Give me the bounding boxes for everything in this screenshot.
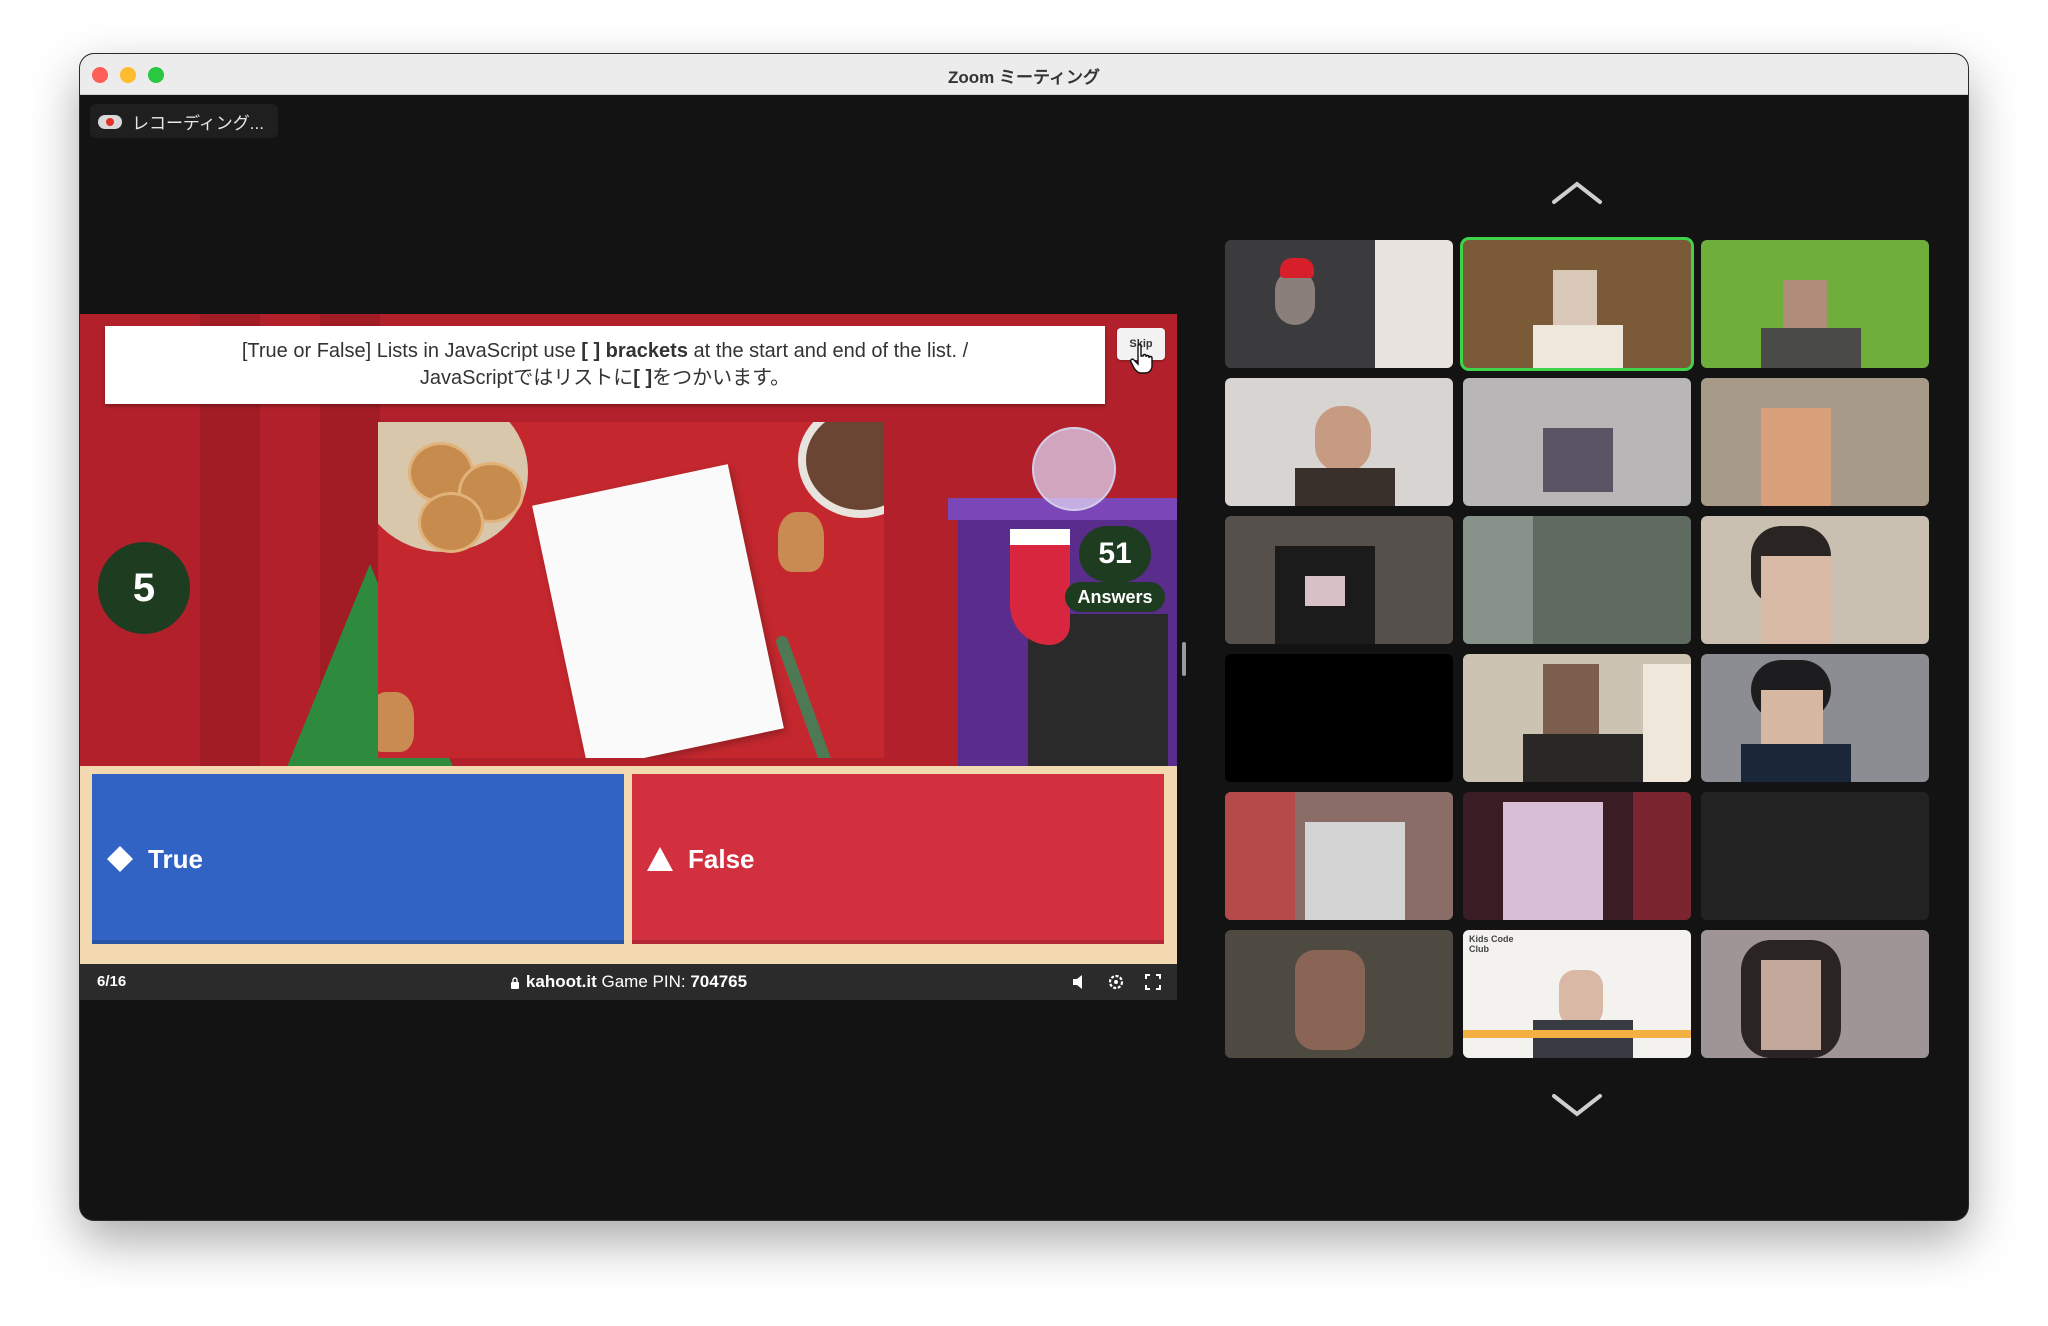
timer-counter: 5 [98, 542, 190, 634]
snow-globe-decoration [1032, 427, 1116, 511]
participant-video-tile[interactable] [1225, 930, 1453, 1058]
participant-video-tile-off[interactable] [1225, 654, 1453, 782]
cloud-recording-icon [98, 112, 122, 130]
zoom-window: Zoom ミーティング レコーディング... [True or False] L… [80, 54, 1968, 1220]
participant-video-tile[interactable]: Kids Code Club [1463, 930, 1691, 1058]
question-text-bold: [ ] brackets [581, 340, 688, 362]
participant-video-tile[interactable] [1701, 930, 1929, 1058]
answer-area: True False [80, 766, 1177, 964]
participant-video-tile[interactable] [1225, 240, 1453, 368]
participant-video-tile[interactable] [1701, 240, 1929, 368]
title-bar: Zoom ミーティング [80, 54, 1968, 95]
triangle-icon [647, 847, 673, 871]
answers-count: 51 [1079, 526, 1151, 582]
scroll-up-arrow-icon[interactable] [1551, 178, 1603, 208]
question-text-bold: [ ] [633, 367, 653, 389]
kids-code-club-logo: Kids Code Club [1469, 934, 1514, 954]
scroll-down-arrow-icon[interactable] [1551, 1090, 1603, 1120]
hand-cursor-icon [1130, 344, 1153, 374]
participant-video-tile-empty[interactable] [1701, 792, 1929, 920]
kahoot-bottom-bar: 6/16 kahoot.it Game PIN: 704765 [80, 964, 1177, 1000]
volume-icon[interactable] [1071, 973, 1089, 991]
question-image [378, 422, 884, 758]
answer-true-button[interactable]: True [92, 774, 624, 944]
participant-video-tile[interactable] [1701, 378, 1929, 506]
kahoot-site: kahoot.it [525, 972, 597, 991]
pin-label: Game PIN: [601, 972, 686, 991]
question-text-part: [True or False] Lists in JavaScript use [241, 340, 582, 362]
answer-false-label: False [688, 843, 755, 874]
question-line-1: [True or False] Lists in JavaScript use … [242, 338, 968, 365]
question-text-part: をつかいます。 [652, 367, 791, 389]
window-title: Zoom ミーティング [948, 68, 1100, 87]
game-pin-info: kahoot.it Game PIN: 704765 [80, 972, 1177, 992]
participant-video-tile[interactable] [1463, 792, 1691, 920]
participant-video-tile[interactable] [1225, 378, 1453, 506]
shared-screen: [True or False] Lists in JavaScript use … [80, 314, 1177, 1000]
question-text-box: [True or False] Lists in JavaScript use … [105, 326, 1105, 404]
diamond-icon [107, 846, 133, 872]
answer-true-label: True [148, 843, 203, 874]
lock-icon [510, 976, 519, 989]
participant-video-tile[interactable] [1463, 516, 1691, 644]
participant-video-tile[interactable] [1701, 516, 1929, 644]
participant-video-tile[interactable] [1463, 378, 1691, 506]
participant-video-tile[interactable] [1225, 516, 1453, 644]
question-line-2: JavaScriptではリストに[ ]をつかいます。 [420, 365, 790, 392]
recording-indicator[interactable]: レコーディング... [90, 104, 278, 138]
fullscreen-icon[interactable] [1144, 973, 1162, 991]
participant-video-tile-active-speaker[interactable] [1463, 240, 1691, 368]
participant-video-tile[interactable] [1463, 654, 1691, 782]
answer-false-button[interactable]: False [632, 774, 1164, 944]
stocking-decoration [1010, 529, 1070, 645]
question-text-part: at the start and end of the list. / [687, 340, 969, 362]
answers-label: Answers [1065, 582, 1165, 612]
participant-video-tile[interactable] [1701, 654, 1929, 782]
question-text-part: JavaScript [419, 367, 514, 389]
panel-splitter-handle[interactable] [1182, 642, 1186, 676]
pin-value: 704765 [690, 972, 748, 991]
settings-gear-icon[interactable] [1107, 973, 1125, 991]
participant-video-tile[interactable] [1225, 792, 1453, 920]
question-text-part: ではリストに [513, 367, 634, 389]
recording-label: レコーディング... [132, 113, 264, 133]
